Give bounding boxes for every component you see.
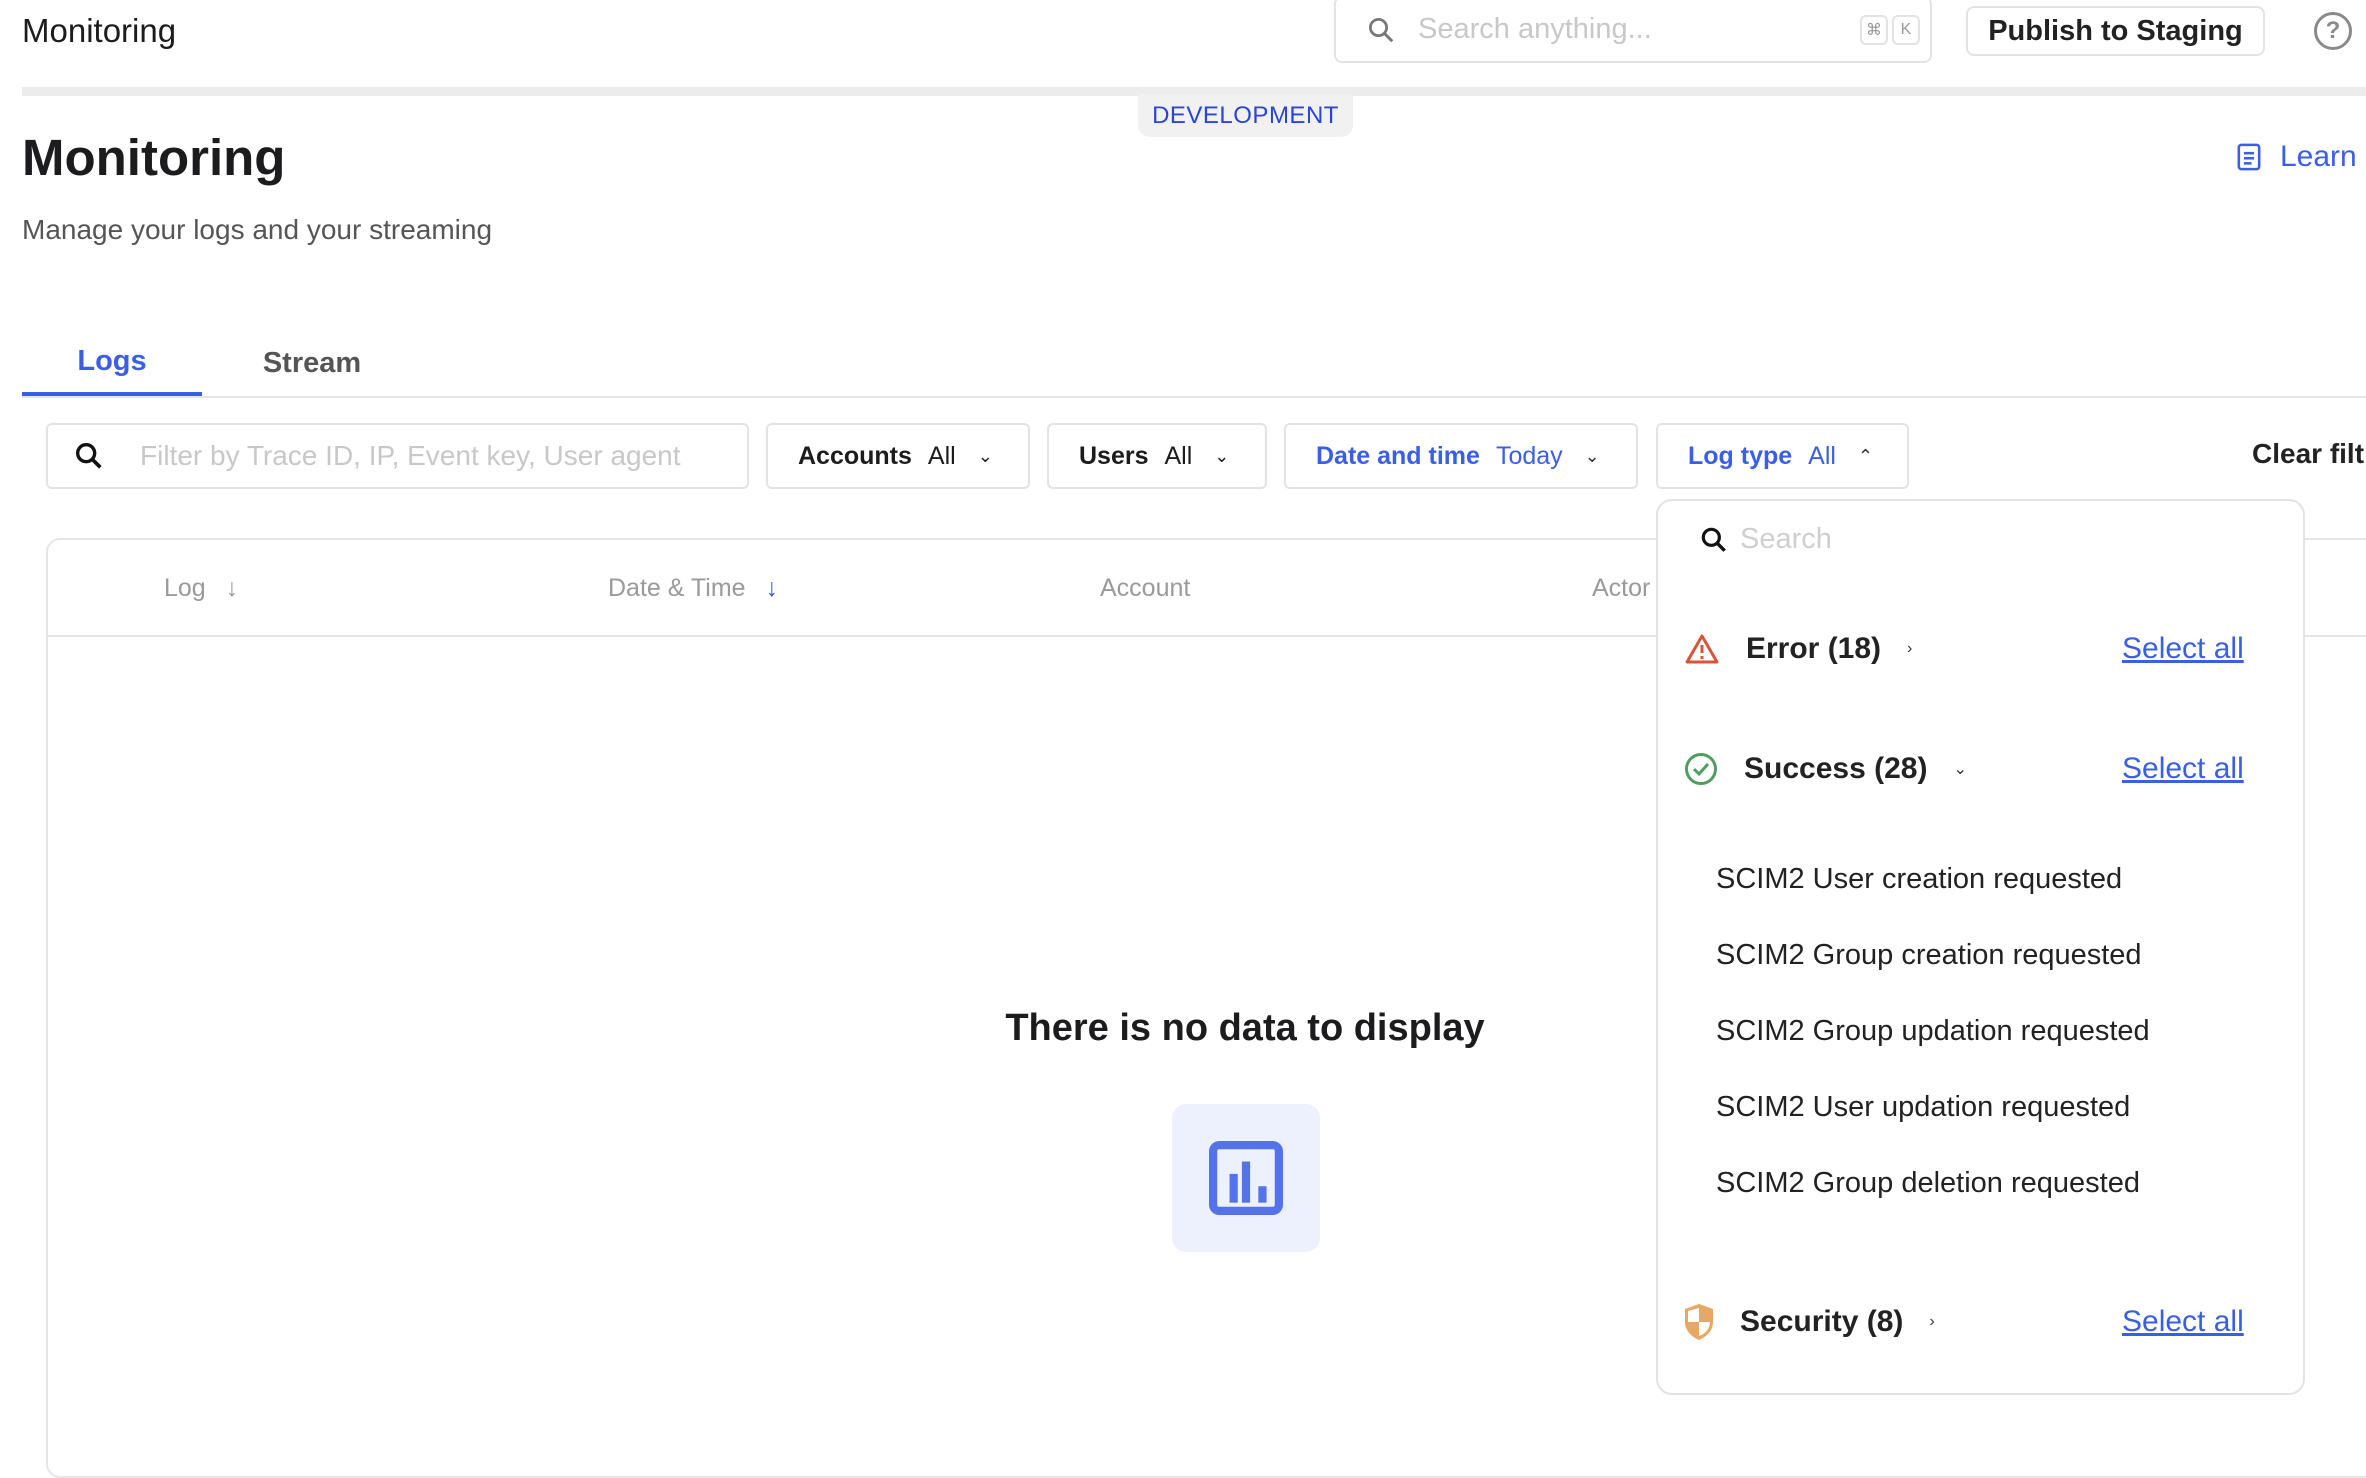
column-label: Date & Time bbox=[608, 574, 746, 602]
chevron-right-icon[interactable]: › bbox=[1929, 1313, 1934, 1331]
select-all-link[interactable]: Select all bbox=[2122, 1305, 2244, 1339]
list-item[interactable]: SCIM2 User creation requested bbox=[1716, 863, 2122, 896]
tab-stream[interactable]: Stream bbox=[222, 330, 402, 396]
date-time-filter[interactable]: Date and time Today ⌄ bbox=[1284, 423, 1638, 489]
tab-logs[interactable]: Logs bbox=[22, 330, 202, 396]
log-filter-input[interactable]: Filter by Trace ID, IP, Event key, User … bbox=[46, 423, 749, 489]
chevron-down-icon[interactable]: ⌄ bbox=[1953, 759, 1966, 779]
log-type-value: All bbox=[1808, 441, 1836, 470]
column-label: Actor bbox=[1592, 574, 1651, 602]
learn-link[interactable]: Learn bbox=[2236, 140, 2357, 174]
question-circle-icon[interactable]: ? bbox=[2314, 12, 2352, 50]
clear-filters-button[interactable]: Clear filt bbox=[2252, 438, 2364, 470]
chevron-right-icon[interactable]: › bbox=[1907, 640, 1912, 658]
dropdown-search-placeholder: Search bbox=[1740, 523, 1832, 555]
group-label: Security (8) bbox=[1740, 1305, 1904, 1338]
group-label: Error (18) bbox=[1746, 632, 1882, 665]
chevron-down-icon: ⌄ bbox=[1214, 445, 1230, 466]
users-value: All bbox=[1164, 441, 1193, 470]
log-type-dropdown: Search Error (18) › Select all Success (… bbox=[1656, 499, 2305, 1395]
app-title: Monitoring bbox=[22, 12, 177, 49]
arrow-down-icon: ↓ bbox=[225, 574, 239, 602]
date-value: Today bbox=[1495, 441, 1563, 470]
learn-label: Learn bbox=[2280, 140, 2357, 173]
chevron-up-icon: ⌃ bbox=[1857, 445, 1874, 466]
column-label: Log bbox=[164, 574, 206, 602]
log-type-filter[interactable]: Log type All ⌃ bbox=[1656, 423, 1909, 489]
date-label: Date and time bbox=[1316, 441, 1480, 470]
accounts-filter[interactable]: Accounts All ⌄ bbox=[766, 423, 1030, 489]
dropdown-search-input[interactable]: Search bbox=[1698, 523, 1832, 556]
column-date-time[interactable]: Date & Time ↓ bbox=[608, 574, 778, 603]
search-icon bbox=[75, 442, 102, 469]
shortcut-key: K bbox=[1892, 14, 1920, 45]
environment-badge: DEVELOPMENT bbox=[1138, 94, 1353, 137]
group-success[interactable]: Success (28) ⌄ Select all bbox=[1684, 744, 2284, 794]
log-type-label: Log type bbox=[1688, 441, 1793, 470]
chevron-down-icon: ⌄ bbox=[977, 445, 993, 466]
select-all-link[interactable]: Select all bbox=[2122, 752, 2244, 786]
list-item[interactable]: SCIM2 Group deletion requested bbox=[1716, 1167, 2140, 1200]
filter-placeholder: Filter by Trace ID, IP, Event key, User … bbox=[140, 440, 681, 471]
list-item[interactable]: SCIM2 Group updation requested bbox=[1716, 1015, 2150, 1048]
search-icon bbox=[1701, 527, 1726, 552]
group-label: Success (28) bbox=[1744, 752, 1928, 785]
document-icon bbox=[2237, 143, 2261, 171]
page-title: Monitoring bbox=[22, 129, 286, 186]
search-placeholder: Search anything... bbox=[1418, 13, 1652, 45]
users-filter[interactable]: Users All ⌄ bbox=[1047, 423, 1267, 489]
chevron-down-icon: ⌄ bbox=[1584, 445, 1600, 466]
warning-icon bbox=[1685, 634, 1719, 664]
select-all-link[interactable]: Select all bbox=[2122, 632, 2244, 666]
shortcut-key: ⌘ bbox=[1860, 14, 1888, 45]
search-icon bbox=[1369, 17, 1394, 42]
check-circle-icon bbox=[1685, 753, 1717, 785]
column-log[interactable]: Log ↓ bbox=[164, 574, 238, 603]
column-account[interactable]: Account bbox=[1100, 574, 1190, 603]
chart-icon bbox=[1172, 1104, 1320, 1252]
publish-to-staging-button[interactable]: Publish to Staging bbox=[1966, 6, 2265, 56]
arrow-down-icon: ↓ bbox=[765, 574, 779, 602]
list-item[interactable]: SCIM2 Group creation requested bbox=[1716, 939, 2142, 972]
shield-icon bbox=[1685, 1304, 1713, 1340]
tab-bar: Logs Stream bbox=[22, 330, 2366, 398]
list-item[interactable]: SCIM2 User updation requested bbox=[1716, 1091, 2130, 1124]
column-actor[interactable]: Actor bbox=[1592, 574, 1650, 603]
accounts-label: Accounts bbox=[798, 441, 912, 470]
group-error[interactable]: Error (18) › Select all bbox=[1684, 624, 2284, 674]
page-subtitle: Manage your logs and your streaming bbox=[22, 214, 493, 245]
users-label: Users bbox=[1079, 441, 1149, 470]
global-search-input[interactable]: Search anything... ⌘ K bbox=[1334, 0, 1932, 63]
accounts-value: All bbox=[927, 441, 956, 470]
group-security[interactable]: Security (8) › Select all bbox=[1684, 1297, 2284, 1347]
column-label: Account bbox=[1100, 574, 1191, 602]
